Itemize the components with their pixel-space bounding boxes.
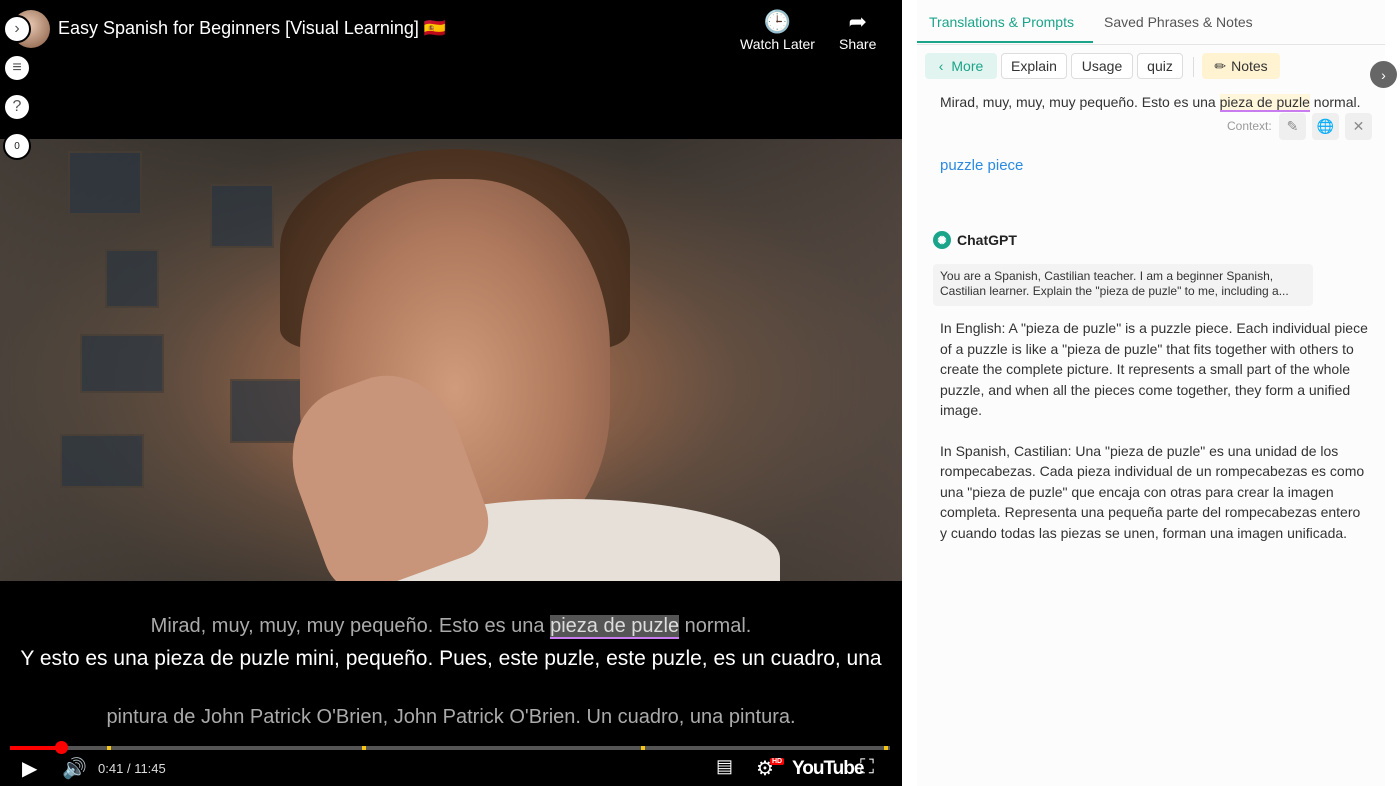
chevron-left-icon: ‹: [938, 58, 944, 74]
expand-panel-button[interactable]: ›: [1370, 61, 1397, 88]
globe-icon: 🌐: [1316, 118, 1335, 134]
edit-context-button[interactable]: ✎: [1279, 113, 1306, 140]
question-icon: ?: [12, 98, 22, 115]
fullscreen-icon: ⛶: [860, 756, 874, 778]
watch-later-label: Watch Later: [740, 36, 815, 52]
close-icon: ✕: [1352, 118, 1365, 134]
chip-divider: [1193, 57, 1194, 77]
chevron-right-icon: ›: [14, 20, 20, 37]
chapter-marker: [884, 746, 888, 750]
watch-later-button[interactable]: 🕒 Watch Later: [740, 8, 815, 52]
usage-button[interactable]: Usage: [1071, 53, 1133, 79]
chevron-right-icon: ›: [1381, 66, 1386, 83]
subtitle-current-text[interactable]: Y esto es una pieza de puzle mini, peque…: [0, 646, 902, 672]
prompt-line: Castilian learner. Explain the "pieza de…: [940, 284, 1289, 298]
share-arrow-icon: ➦: [848, 9, 867, 34]
wall-picture: [210, 184, 274, 248]
captions-icon: ▤: [716, 756, 734, 776]
chapter-marker: [641, 746, 645, 750]
wall-picture: [105, 249, 159, 308]
hd-badge: HD: [770, 758, 785, 765]
chatgpt-header: ✺ ChatGPT: [933, 231, 1017, 249]
highlighted-phrase[interactable]: pieza de puzle: [1219, 94, 1310, 112]
volume-icon: 🔊: [62, 758, 87, 780]
share-button[interactable]: ➦ Share: [839, 8, 876, 52]
chatgpt-logo-icon: ✺: [933, 231, 951, 249]
subtitle-current-line[interactable]: Y esto es una pieza de puzle mini, peque…: [0, 646, 902, 672]
prompt-line: You are a Spanish, Castilian teacher. I …: [940, 269, 1274, 283]
notes-button[interactable]: ✏ Notes: [1202, 53, 1280, 79]
subtitles-button[interactable]: ▤: [716, 756, 733, 777]
player-controls: ▶ 🔊 0:41 / 11:45 ▤ ⚙ HD YouTube ⛶: [0, 752, 902, 786]
answer-spanish: In Spanish, Castilian: Una "pieza de puz…: [940, 442, 1365, 541]
time-separator: /: [126, 761, 131, 776]
source-sentence: Mirad, muy, muy, muy pequeño. Esto es un…: [940, 94, 1361, 112]
menu-button[interactable]: ≡: [3, 54, 31, 82]
sentence-text: normal.: [1309, 94, 1361, 110]
volume-button[interactable]: 🔊: [62, 756, 87, 781]
share-label: Share: [839, 36, 877, 52]
active-tab-underline: [917, 41, 1093, 43]
more-label: More: [951, 58, 984, 74]
panel-content: Translations & Prompts Saved Phrases & N…: [917, 0, 1385, 786]
notes-label: Notes: [1231, 58, 1268, 74]
counter-value: 0: [14, 140, 20, 152]
help-button[interactable]: ?: [3, 93, 31, 121]
wall-picture: [60, 434, 144, 488]
play-icon: ▶: [22, 758, 38, 780]
prompt-preview[interactable]: You are a Spanish, Castilian teacher. I …: [933, 264, 1313, 306]
answer-english: In English: A "pieza de puzle" is a puzz…: [940, 320, 1368, 418]
video-player[interactable]: Easy Spanish for Beginners [Visual Learn…: [0, 0, 902, 786]
context-label: Context:: [1227, 119, 1272, 133]
chatgpt-name: ChatGPT: [957, 232, 1017, 248]
pencil-icon: ✏: [1214, 57, 1227, 74]
fullscreen-button[interactable]: ⛶: [860, 756, 874, 779]
chapter-marker: [107, 746, 111, 750]
subtitle-next-text[interactable]: pintura de John Patrick O'Brien, John Pa…: [0, 704, 902, 730]
chapter-marker: [362, 746, 366, 750]
pencil-icon: ✎: [1286, 118, 1299, 134]
chatgpt-answer: In English: A "pieza de puzle" is a puzz…: [940, 318, 1370, 563]
language-panel: Translations & Prompts Saved Phrases & N…: [902, 0, 1400, 786]
wall-picture: [68, 151, 142, 215]
subtitle-next-line[interactable]: pintura de John Patrick O'Brien, John Pa…: [0, 704, 902, 730]
quiz-button[interactable]: quiz: [1137, 53, 1183, 79]
time-total: 11:45: [134, 761, 166, 776]
clock-icon: 🕒: [763, 9, 792, 34]
explain-button[interactable]: Explain: [1001, 53, 1067, 79]
subtitle-prev-line[interactable]: Mirad, muy, muy, muy pequeño. Esto es un…: [0, 613, 902, 639]
subtitle-text: Mirad, muy, muy, muy pequeño. Esto es un…: [150, 615, 551, 637]
subtitle-text: normal.: [679, 615, 752, 637]
time-display: 0:41 / 11:45: [98, 761, 166, 776]
play-button[interactable]: ▶: [22, 756, 37, 781]
translation-result[interactable]: puzzle piece: [940, 157, 1023, 174]
subtitle-highlight-word[interactable]: pieza de puzle: [550, 615, 680, 639]
tab-translations-prompts[interactable]: Translations & Prompts: [929, 14, 1074, 30]
translate-context-button[interactable]: 🌐: [1312, 113, 1339, 140]
panel-tabs: Translations & Prompts Saved Phrases & N…: [917, 0, 1385, 45]
close-context-button[interactable]: ✕: [1345, 113, 1372, 140]
wall-picture: [80, 334, 164, 393]
hamburger-icon: ≡: [12, 59, 22, 76]
tab-saved-phrases-notes[interactable]: Saved Phrases & Notes: [1104, 14, 1253, 30]
progress-fill: [10, 746, 62, 750]
time-current: 0:41: [98, 761, 124, 776]
counter-badge[interactable]: 0: [3, 132, 31, 160]
more-button[interactable]: ‹ More: [925, 53, 997, 79]
wall-picture: [230, 379, 304, 443]
collapse-toggle-button[interactable]: ›: [3, 15, 31, 43]
sentence-text: Mirad, muy, muy, muy pequeño. Esto es un…: [940, 94, 1220, 110]
progress-bar[interactable]: [10, 741, 890, 754]
youtube-logo[interactable]: YouTube: [792, 758, 864, 780]
video-frame[interactable]: [0, 139, 902, 581]
video-title[interactable]: Easy Spanish for Beginners [Visual Learn…: [58, 18, 446, 39]
